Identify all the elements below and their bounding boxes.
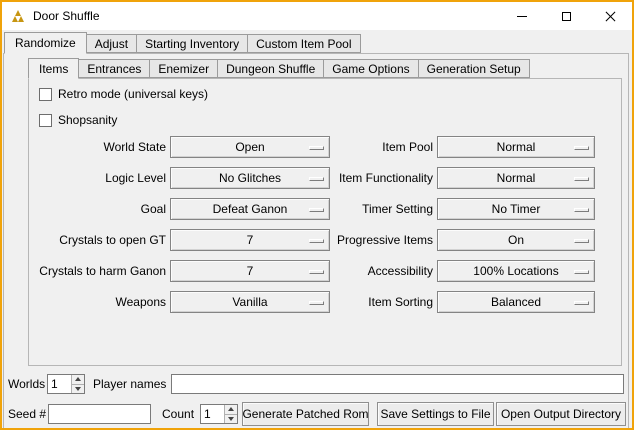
accessibility-dropdown[interactable]: 100% Locations bbox=[437, 260, 595, 282]
spinner-arrows bbox=[71, 375, 84, 393]
tab-items[interactable]: Items bbox=[28, 58, 79, 79]
retro-mode-checkbox[interactable] bbox=[39, 88, 52, 101]
window-title: Door Shuffle bbox=[33, 9, 100, 23]
item-sorting-dropdown[interactable]: Balanced bbox=[437, 291, 595, 313]
maximize-icon bbox=[562, 12, 571, 21]
worlds-increment-button[interactable] bbox=[72, 375, 84, 384]
accessibility-value: 100% Locations bbox=[473, 264, 558, 278]
crystals-ganon-label: Crystals to harm Ganon bbox=[29, 260, 166, 282]
item-pool-label: Item Pool bbox=[301, 136, 433, 158]
app-icon bbox=[10, 8, 26, 24]
count-increment-button[interactable] bbox=[225, 405, 237, 414]
form-row: Weapons Vanilla Item Sorting Balanced bbox=[29, 287, 621, 318]
worlds-spinner[interactable]: 1 bbox=[47, 374, 85, 394]
item-functionality-label: Item Functionality bbox=[301, 167, 433, 189]
item-pool-value: Normal bbox=[497, 140, 536, 154]
close-icon bbox=[605, 11, 616, 22]
dropdown-indicator-icon bbox=[574, 270, 589, 274]
options-grid: World State Open Item Pool Normal Logic … bbox=[29, 132, 621, 318]
generate-patched-rom-button[interactable]: Generate Patched Rom bbox=[242, 402, 369, 426]
count-spinner[interactable]: 1 bbox=[200, 404, 238, 424]
dropdown-indicator-icon bbox=[574, 239, 589, 243]
arrow-up-icon bbox=[228, 407, 234, 411]
item-functionality-value: Normal bbox=[497, 171, 536, 185]
accessibility-label: Accessibility bbox=[301, 260, 433, 282]
tab-enemizer[interactable]: Enemizer bbox=[149, 59, 218, 78]
form-row: Crystals to harm Ganon 7 Accessibility 1… bbox=[29, 256, 621, 287]
dropdown-indicator-icon bbox=[574, 177, 589, 181]
maximize-button[interactable] bbox=[544, 2, 588, 30]
count-value: 1 bbox=[201, 405, 224, 423]
tab-dungeon-shuffle[interactable]: Dungeon Shuffle bbox=[217, 59, 324, 78]
arrow-down-icon bbox=[228, 417, 234, 421]
seed-label: Seed # bbox=[8, 402, 46, 422]
item-pool-dropdown[interactable]: Normal bbox=[437, 136, 595, 158]
shopsanity-checkbox[interactable] bbox=[39, 114, 52, 127]
form-row: Crystals to open GT 7 Progressive Items … bbox=[29, 225, 621, 256]
crystals-gt-label: Crystals to open GT bbox=[29, 229, 166, 251]
goal-value: Defeat Ganon bbox=[213, 202, 288, 216]
count-decrement-button[interactable] bbox=[225, 414, 237, 424]
timer-setting-value: No Timer bbox=[492, 202, 541, 216]
door-shuffle-window: Door Shuffle Randomize Adjust Starting I… bbox=[0, 0, 634, 430]
form-row: World State Open Item Pool Normal bbox=[29, 132, 621, 163]
tab-randomize[interactable]: Randomize bbox=[4, 32, 87, 54]
world-state-value: Open bbox=[235, 140, 264, 154]
world-state-label: World State bbox=[29, 136, 166, 158]
retro-mode-checkbox-row[interactable]: Retro mode (universal keys) bbox=[39, 86, 208, 102]
worlds-decrement-button[interactable] bbox=[72, 384, 84, 394]
form-row: Logic Level No Glitches Item Functionali… bbox=[29, 163, 621, 194]
spinner-arrows bbox=[224, 405, 237, 423]
logic-level-value: No Glitches bbox=[219, 171, 281, 185]
tab-adjust[interactable]: Adjust bbox=[86, 34, 137, 53]
logic-level-label: Logic Level bbox=[29, 167, 166, 189]
tab-generation-setup[interactable]: Generation Setup bbox=[418, 59, 530, 78]
item-sorting-label: Item Sorting bbox=[301, 291, 433, 313]
seed-input[interactable] bbox=[48, 404, 151, 424]
titlebar[interactable]: Door Shuffle bbox=[2, 2, 632, 30]
randomize-pane: Items Entrances Enemizer Dungeon Shuffle… bbox=[3, 53, 629, 429]
tab-custom-item-pool[interactable]: Custom Item Pool bbox=[247, 34, 360, 53]
open-output-directory-button[interactable]: Open Output Directory bbox=[496, 402, 626, 426]
dropdown-indicator-icon bbox=[574, 208, 589, 212]
retro-mode-label: Retro mode (universal keys) bbox=[58, 87, 208, 101]
player-names-label: Player names bbox=[93, 374, 166, 394]
item-sorting-value: Balanced bbox=[491, 295, 541, 309]
worlds-label: Worlds bbox=[8, 374, 45, 394]
timer-setting-label: Timer Setting bbox=[301, 198, 433, 220]
window-controls bbox=[500, 2, 632, 30]
arrow-up-icon bbox=[75, 377, 81, 381]
count-label: Count bbox=[162, 402, 194, 422]
arrow-down-icon bbox=[75, 387, 81, 391]
timer-setting-dropdown[interactable]: No Timer bbox=[437, 198, 595, 220]
progressive-items-dropdown[interactable]: On bbox=[437, 229, 595, 251]
tab-game-options[interactable]: Game Options bbox=[323, 59, 418, 78]
primary-tab-bar: Randomize Adjust Starting Inventory Cust… bbox=[4, 32, 360, 53]
minimize-button[interactable] bbox=[500, 2, 544, 30]
weapons-value: Vanilla bbox=[232, 295, 267, 309]
crystals-ganon-value: 7 bbox=[247, 264, 254, 278]
dropdown-indicator-icon bbox=[574, 301, 589, 305]
tab-entrances[interactable]: Entrances bbox=[78, 59, 150, 78]
goal-label: Goal bbox=[29, 198, 166, 220]
shopsanity-label: Shopsanity bbox=[58, 113, 117, 127]
form-row: Goal Defeat Ganon Timer Setting No Timer bbox=[29, 194, 621, 225]
worlds-value: 1 bbox=[48, 375, 71, 393]
item-functionality-dropdown[interactable]: Normal bbox=[437, 167, 595, 189]
tab-starting-inventory[interactable]: Starting Inventory bbox=[136, 34, 248, 53]
secondary-tab-bar: Items Entrances Enemizer Dungeon Shuffle… bbox=[28, 58, 529, 78]
weapons-label: Weapons bbox=[29, 291, 166, 313]
progressive-items-value: On bbox=[508, 233, 524, 247]
save-settings-button[interactable]: Save Settings to File bbox=[377, 402, 494, 426]
items-pane: Retro mode (universal keys) Shopsanity W… bbox=[28, 78, 622, 366]
minimize-icon bbox=[517, 16, 527, 17]
progressive-items-label: Progressive Items bbox=[301, 229, 433, 251]
shopsanity-checkbox-row[interactable]: Shopsanity bbox=[39, 112, 117, 128]
player-names-input[interactable] bbox=[171, 374, 624, 394]
crystals-gt-value: 7 bbox=[247, 233, 254, 247]
close-button[interactable] bbox=[588, 2, 632, 30]
dropdown-indicator-icon bbox=[574, 146, 589, 150]
